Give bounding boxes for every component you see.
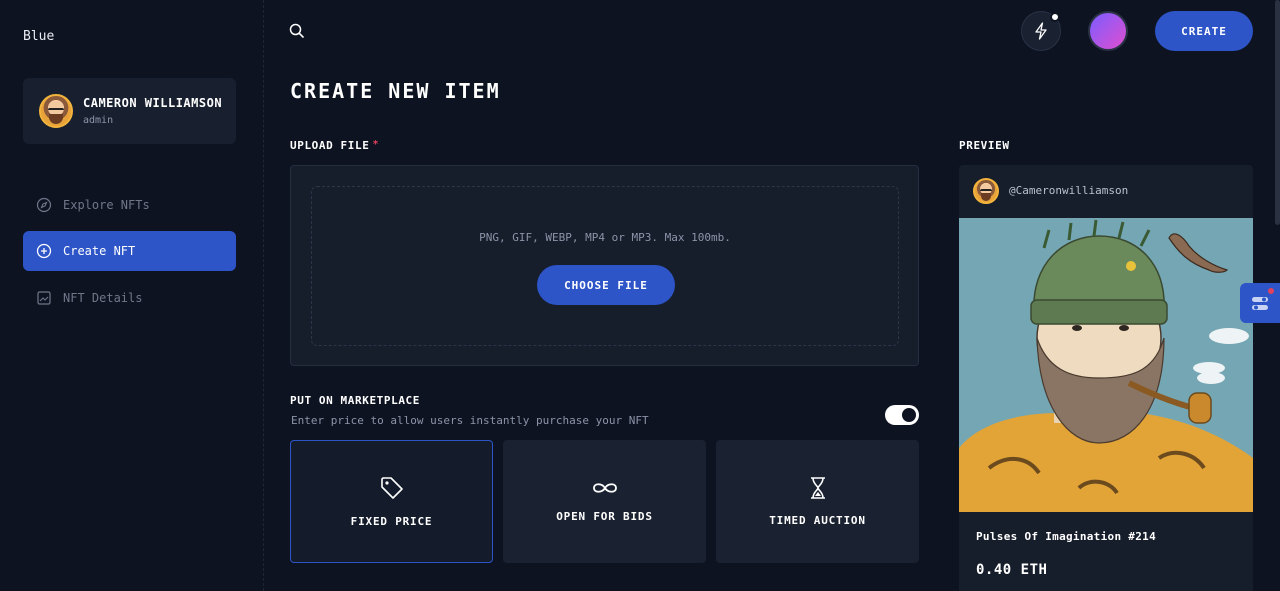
hourglass-icon [810,477,825,499]
activity-button[interactable] [1021,11,1061,51]
nft-preview-card[interactable]: @Cameronwilliamson Pulses Of Imagination… [959,165,1253,591]
notification-dot [1050,12,1060,22]
sidebar-item-label: Create NFT [63,244,136,258]
settings-widget-button[interactable] [1240,283,1280,323]
sidebar-item-create-nft[interactable]: Create NFT [23,231,236,271]
upload-dropzone-inner: PNG, GIF, WEBP, MP4 or MP3. Max 100mb. C… [311,186,899,346]
open-for-bids-option[interactable]: OPEN FOR BIDS [503,440,706,563]
sidebar: Blue CAMERON WILLIAMSON admin Explore NF… [0,0,264,591]
app-root: Blue CAMERON WILLIAMSON admin Explore NF… [0,0,1280,591]
infinity-icon [592,483,617,493]
choose-file-button[interactable]: CHOOSE FILE [537,265,675,305]
plus-circle-icon [36,243,52,259]
upload-hint: PNG, GIF, WEBP, MP4 or MP3. Max 100mb. [479,231,731,244]
page-scrollbar[interactable] [1275,0,1280,225]
timed-auction-option[interactable]: TIMED AUCTION [716,440,919,563]
nft-price: 0.40 ETH [976,562,1048,578]
profile-role: admin [83,115,114,126]
avatar [39,94,73,128]
marketplace-label: PUT ON MARKETPLACE [290,394,421,407]
image-frame-icon [37,291,51,305]
nft-artwork-image [959,218,1253,512]
required-mark: * [372,139,380,150]
page-title: CREATE NEW ITEM [290,79,501,103]
sidebar-item-label: NFT Details [63,291,143,305]
toggle-knob [902,408,916,422]
open-for-bids-label: OPEN FOR BIDS [556,510,653,523]
upload-dropzone[interactable]: PNG, GIF, WEBP, MP4 or MP3. Max 100mb. C… [290,165,919,366]
nft-title: Pulses Of Imagination #214 [976,530,1156,543]
timed-auction-label: TIMED AUCTION [769,514,866,527]
brand-logo[interactable]: Blue [23,29,54,44]
compass-icon [36,197,52,213]
lightning-icon [1035,22,1047,40]
toggle-settings-icon [1252,297,1268,310]
preview-label: PREVIEW [959,139,1010,152]
fixed-price-option[interactable]: FIXED PRICE [290,440,493,563]
profile-card[interactable]: CAMERON WILLIAMSON admin [23,78,236,144]
user-menu-avatar[interactable] [1088,11,1128,51]
marketplace-subtitle: Enter price to allow users instantly pur… [291,414,649,427]
sidebar-item-label: Explore NFTs [63,198,150,212]
sidebar-item-nft-details[interactable]: NFT Details [23,278,236,318]
creator-avatar [973,178,999,204]
marketplace-toggle[interactable] [885,405,919,425]
upload-file-label: UPLOAD FILE * [290,139,379,152]
profile-name: CAMERON WILLIAMSON [83,96,223,110]
fixed-price-label: FIXED PRICE [350,515,433,528]
tag-icon [380,477,403,499]
create-button[interactable]: CREATE [1155,11,1253,51]
sidebar-item-explore-nfts[interactable]: Explore NFTs [23,185,236,225]
search-icon[interactable] [288,22,306,40]
upload-file-label-text: UPLOAD FILE [290,139,370,152]
notification-dot [1268,288,1274,294]
creator-handle[interactable]: @Cameronwilliamson [1009,184,1128,197]
